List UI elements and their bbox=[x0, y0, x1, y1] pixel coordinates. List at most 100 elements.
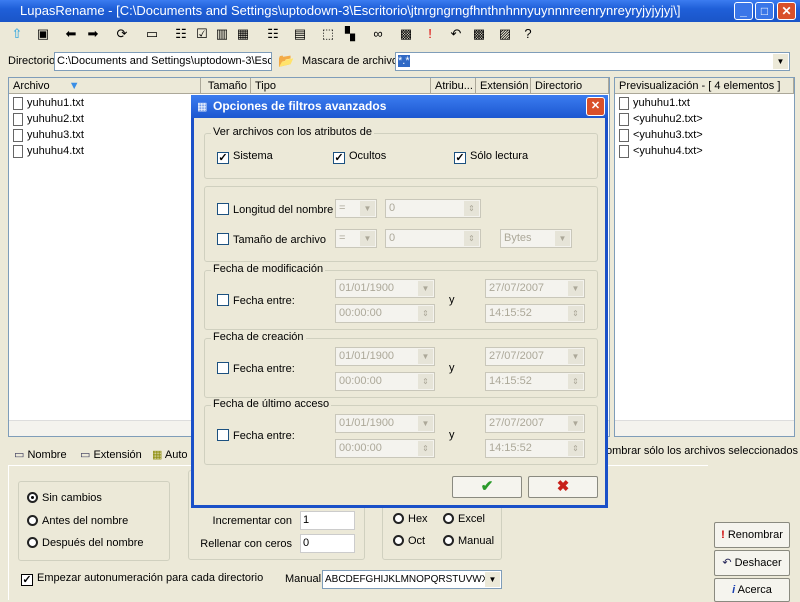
date-from[interactable]: 01/01/1900 ▼ bbox=[335, 279, 435, 298]
checkbox-date-between[interactable]: Fecha entre: bbox=[217, 429, 295, 442]
tree-icon[interactable]: ☷ bbox=[172, 25, 190, 43]
question-icon[interactable]: ? bbox=[519, 25, 537, 43]
column-tipo[interactable]: Tipo bbox=[251, 78, 431, 94]
list-item[interactable]: yuhuhu1.txt bbox=[615, 95, 794, 111]
list-item[interactable]: <yuhuhu2.txt> bbox=[615, 111, 794, 127]
radio-sin-cambios[interactable]: Sin cambios bbox=[27, 492, 102, 504]
checklist-icon[interactable]: ☑ bbox=[193, 25, 211, 43]
tab-icon: ▭ bbox=[14, 449, 25, 461]
name-length-operator[interactable]: = ▼ bbox=[335, 199, 377, 218]
checkbox-date-between[interactable]: Fecha entre: bbox=[217, 362, 295, 375]
radio-hex[interactable]: Hex bbox=[393, 513, 428, 525]
column-archivo[interactable]: Archivo ▼ bbox=[9, 78, 201, 94]
list-item[interactable]: yuhuhu3.txt bbox=[9, 127, 199, 143]
colors-icon[interactable]: ▚ bbox=[341, 25, 359, 43]
date-section: Fecha de creación Fecha entre: 01/01/190… bbox=[204, 331, 598, 398]
exclamation-icon[interactable]: ! bbox=[421, 25, 439, 43]
up-arrow-icon[interactable]: ⇧ bbox=[8, 25, 26, 43]
section-title: Fecha de modificación bbox=[211, 263, 326, 275]
back-icon[interactable]: ⬅ bbox=[62, 25, 80, 43]
column-directorio[interactable]: Directorio bbox=[531, 78, 609, 94]
time-from[interactable]: 00:00:00 ⇕ bbox=[335, 439, 435, 458]
radio-antes[interactable]: Antes del nombre bbox=[27, 515, 128, 527]
column-tamano[interactable]: Tamaño bbox=[201, 78, 251, 94]
preview-scrollbar[interactable] bbox=[615, 420, 794, 436]
radio-despues[interactable]: Después del nombre bbox=[27, 537, 144, 549]
open-folder-icon[interactable]: 📂 bbox=[278, 53, 294, 69]
undo-button[interactable]: ↶ Deshacer bbox=[714, 550, 790, 576]
tab-extension[interactable]: ▭ Extensión bbox=[80, 448, 142, 461]
directory-label: Directorio bbox=[8, 55, 56, 67]
rename-button[interactable]: ! Renombrar bbox=[714, 522, 790, 548]
radio-oct[interactable]: Oct bbox=[393, 535, 425, 547]
time-to[interactable]: 14:15:52 ⇕ bbox=[485, 304, 585, 323]
date-to[interactable]: 27/07/2007 ▼ bbox=[485, 347, 585, 366]
columns-icon[interactable]: ▥ bbox=[213, 25, 231, 43]
save-icon[interactable]: ▣ bbox=[34, 25, 52, 43]
checkbox-solo-lectura[interactable]: ✓ Sólo lectura bbox=[454, 150, 528, 164]
increment-input[interactable]: 1 bbox=[300, 511, 355, 530]
checkbox-name-length[interactable]: Longitud del nombre bbox=[217, 203, 333, 216]
time-from[interactable]: 00:00:00 ⇕ bbox=[335, 372, 435, 391]
column-atributos[interactable]: Atribu... bbox=[431, 78, 476, 94]
cancel-button[interactable]: ✖ bbox=[528, 476, 598, 498]
checkbox-ocultos[interactable]: ✓ Ocultos bbox=[333, 150, 386, 164]
date-to[interactable]: 27/07/2007 ▼ bbox=[485, 414, 585, 433]
checkbox-date-between[interactable]: Fecha entre: bbox=[217, 294, 295, 307]
date-from[interactable]: 01/01/1900 ▼ bbox=[335, 347, 435, 366]
restart-checkbox[interactable]: ✓ Empezar autonumeración para cada direct… bbox=[21, 572, 263, 586]
checkbox-sistema[interactable]: ✓ Sistema bbox=[217, 150, 273, 164]
list-item[interactable]: yuhuhu2.txt bbox=[9, 111, 199, 127]
selected-only-label[interactable]: Renombrar sólo los archivos seleccionado… bbox=[603, 445, 798, 457]
mask-label: Mascara de archivos bbox=[302, 55, 404, 67]
info-icon: i bbox=[732, 584, 736, 596]
help-book-icon[interactable]: ▨ bbox=[496, 25, 514, 43]
tab-auto[interactable]: ▦ Auto bbox=[152, 448, 188, 461]
list-item[interactable]: yuhuhu4.txt bbox=[9, 143, 199, 159]
chevron-down-icon[interactable]: ▼ bbox=[773, 54, 788, 69]
binary2-icon[interactable]: ▩ bbox=[470, 25, 488, 43]
forward-icon[interactable]: ➡ bbox=[84, 25, 102, 43]
column-extension[interactable]: Extensión bbox=[476, 78, 531, 94]
time-from[interactable]: 00:00:00 ⇕ bbox=[335, 304, 435, 323]
date-from[interactable]: 01/01/1900 ▼ bbox=[335, 414, 435, 433]
about-button[interactable]: i Acerca bbox=[714, 578, 790, 602]
tab-nombre[interactable]: ▭ Nombre bbox=[14, 448, 67, 461]
select-icon[interactable]: ⬚ bbox=[319, 25, 337, 43]
close-button[interactable]: ✕ bbox=[777, 2, 796, 20]
dialog-close-button[interactable]: ✕ bbox=[586, 97, 605, 116]
file-size-operator[interactable]: = ▼ bbox=[335, 229, 377, 248]
pad-input[interactable]: 0 bbox=[300, 534, 355, 553]
folders-icon[interactable]: ☷ bbox=[264, 25, 282, 43]
name-length-value[interactable]: 0 ⇕ bbox=[385, 199, 481, 218]
date-to[interactable]: 27/07/2007 ▼ bbox=[485, 279, 585, 298]
radio-manual[interactable]: Manual bbox=[443, 535, 494, 547]
time-to[interactable]: 14:15:52 ⇕ bbox=[485, 439, 585, 458]
list-item[interactable]: <yuhuhu3.txt> bbox=[615, 127, 794, 143]
advanced-filter-dialog: Opciones de filtros avanzados ▦ ✕ Ver ar… bbox=[191, 95, 608, 508]
pad-label: Rellenar con ceros bbox=[200, 538, 292, 550]
undo-icon[interactable]: ↶ bbox=[447, 25, 465, 43]
radio-excel[interactable]: Excel bbox=[443, 513, 485, 525]
mask-input[interactable]: *.* ▼ bbox=[395, 52, 790, 71]
checkbox-file-size[interactable]: Tamaño de archivo bbox=[217, 233, 326, 246]
binary-icon[interactable]: ▩ bbox=[397, 25, 415, 43]
document-icon[interactable]: ▤ bbox=[291, 25, 309, 43]
size-group: Longitud del nombre = ▼ 0 ⇕ Tamaño de arch… bbox=[204, 186, 598, 262]
eraser-icon[interactable]: ▭ bbox=[143, 25, 161, 43]
refresh-icon[interactable]: ⟳ bbox=[113, 25, 131, 43]
grid-icon: ▦ bbox=[197, 101, 208, 113]
directory-input[interactable]: C:\Documents and Settings\uptodown-3\Esc… bbox=[54, 52, 272, 71]
preview-list[interactable]: Previsualización - [ 4 elementos ] yuhuh… bbox=[614, 77, 795, 437]
glasses-icon[interactable]: ∞ bbox=[369, 25, 387, 43]
grid-icon[interactable]: ▦ bbox=[234, 25, 252, 43]
manual-select[interactable]: ABCDEFGHIJKLMNOPQRSTUVWX ▼ bbox=[322, 570, 502, 589]
maximize-button[interactable]: □ bbox=[755, 2, 774, 20]
file-size-value[interactable]: 0 ⇕ bbox=[385, 229, 481, 248]
list-item[interactable]: <yuhuhu4.txt> bbox=[615, 143, 794, 159]
minimize-button[interactable]: _ bbox=[734, 2, 753, 20]
file-size-unit[interactable]: Bytes ▼ bbox=[500, 229, 572, 248]
time-to[interactable]: 14:15:52 ⇕ bbox=[485, 372, 585, 391]
ok-button[interactable]: ✔ bbox=[452, 476, 522, 498]
list-item[interactable]: yuhuhu1.txt bbox=[9, 95, 199, 111]
